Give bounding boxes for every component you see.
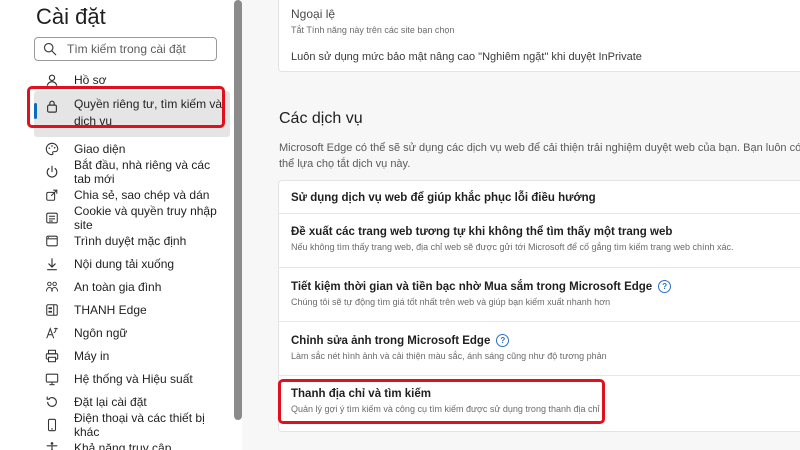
service-title: Sử dụng dịch vụ web để giúp khắc phục lỗ… <box>291 192 596 204</box>
family-icon <box>44 279 60 295</box>
service-row-address-bar-search[interactable]: Thanh địa chỉ và tìm kiếm Quản lý gợi ý … <box>279 376 800 433</box>
strict-inprivate-label: Luôn sử dụng mức bảo mật nâng cao "Nghiê… <box>291 51 642 63</box>
sidebar-item-label: Ngôn ngữ <box>74 325 128 340</box>
services-section-title: Các dịch vụ <box>279 110 363 127</box>
sidebar-item-default-browser[interactable]: Trình duyệt mặc định <box>34 229 230 252</box>
edge-bar-icon <box>44 302 60 318</box>
sidebar-item-downloads[interactable]: Nội dung tải xuống <box>34 252 230 275</box>
service-row-shopping[interactable]: Tiết kiệm thời gian và tiền bạc nhờ Mua … <box>279 268 800 322</box>
exceptions-row[interactable]: Ngoại lệ Tắt Tính năng này trên các site… <box>291 7 454 35</box>
sidebar-item-edge-bar[interactable]: THANH Edge <box>34 298 230 321</box>
exceptions-title: Ngoại lệ <box>291 7 336 21</box>
service-title: Tiết kiệm thời gian và tiền bạc nhờ Mua … <box>291 280 653 293</box>
settings-nav: Hồ sơ Quyền riêng tư, tìm kiếm và dịch v… <box>34 68 230 450</box>
service-description: Quản lý gợi ý tìm kiếm và công cụ tìm ki… <box>291 404 600 414</box>
sidebar-title: Cài đặt <box>36 4 106 29</box>
services-card: Sử dụng dịch vụ web để giúp khắc phục lỗ… <box>278 180 800 432</box>
accessibility-icon <box>44 440 60 450</box>
sidebar-item-label: Cookie và quyền truy nhập site <box>74 203 217 232</box>
service-description: Chúng tôi sẽ tự động tìm giá tốt nhất tr… <box>291 297 611 307</box>
settings-content: Ngoại lệ Tắt Tính năng này trên các site… <box>242 0 800 450</box>
default-browser-icon <box>44 233 60 249</box>
services-section-description: Microsoft Edge có thể sẽ sử dụng các dịc… <box>279 142 800 170</box>
sidebar-item-label: Máy in <box>74 348 110 363</box>
lock-icon <box>44 98 60 114</box>
system-icon <box>44 371 60 387</box>
reset-icon <box>44 394 60 410</box>
phone-icon <box>44 417 60 433</box>
service-title-wrap: Chỉnh sửa ảnh trong Microsoft Edge ? <box>291 334 800 347</box>
sidebar-item-label: Bắt đầu, nhà riêng và các tab mới <box>74 157 211 186</box>
sidebar-item-label: Trình duyệt mặc định <box>74 233 187 248</box>
sidebar-item-cookies-site-permissions[interactable]: Cookie và quyền truy nhập site <box>34 203 230 232</box>
sidebar-item-label: Giao diện <box>74 141 126 156</box>
settings-search-input[interactable] <box>67 42 207 56</box>
sidebar-item-label: Hồ sơ <box>74 72 107 87</box>
service-description: Nếu không tìm thấy trang web, địa chỉ we… <box>291 242 734 252</box>
service-row-similar-sites[interactable]: Đề xuất các trang web tương tự khi không… <box>279 214 800 268</box>
sidebar-item-profile[interactable]: Hồ sơ <box>34 68 230 91</box>
help-icon[interactable]: ? <box>658 280 672 293</box>
sidebar-item-printers[interactable]: Máy in <box>34 344 230 367</box>
service-row-navigation-errors[interactable]: Sử dụng dịch vụ web để giúp khắc phục lỗ… <box>279 181 800 214</box>
share-icon <box>44 187 60 203</box>
sidebar-item-phone-devices[interactable]: Điện thoại và các thiết bị khác <box>34 410 230 439</box>
service-title: Đề xuất các trang web tương tự khi không… <box>291 226 673 238</box>
tracking-prevention-card: Ngoại lệ Tắt Tính năng này trên các site… <box>278 0 800 72</box>
sidebar-item-label: Hệ thống và Hiệu suất <box>74 371 193 386</box>
sidebar-item-label: Điện thoại và các thiết bị khác <box>74 410 205 439</box>
profile-icon <box>44 72 60 88</box>
sidebar-item-label: Quyền riêng tư, tìm kiếm và dịch vụ <box>74 97 223 128</box>
sidebar-item-label: Khả năng truy cập <box>74 440 172 450</box>
service-title: Thanh địa chỉ và tìm kiếm <box>291 388 431 400</box>
sidebar-item-start-home-newtab[interactable]: Bắt đầu, nhà riêng và các tab mới <box>34 157 230 186</box>
printer-icon <box>44 348 60 364</box>
sidebar-item-label: THANH Edge <box>74 302 147 317</box>
service-title-wrap: Tiết kiệm thời gian và tiền bạc nhờ Mua … <box>291 280 800 293</box>
sidebar-item-label: Đặt lại cài đặt <box>74 394 147 409</box>
sidebar-item-family-safety[interactable]: An toàn gia đình <box>34 275 230 298</box>
site-permissions-icon <box>44 210 60 226</box>
settings-search-box[interactable] <box>34 37 217 61</box>
service-row-image-editor[interactable]: Chỉnh sửa ảnh trong Microsoft Edge ? Làm… <box>279 322 800 376</box>
service-description: Làm sắc nét hình ảnh và cải thiện màu sắ… <box>291 351 607 361</box>
settings-sidebar: Cài đặt Hồ sơ Quyền riêng tư, tìm kiếm v… <box>0 0 232 450</box>
exceptions-description: Tắt Tính năng này trên các site bạn chọn <box>291 25 455 35</box>
help-icon[interactable]: ? <box>496 334 510 347</box>
download-icon <box>44 256 60 272</box>
sidebar-item-privacy[interactable]: Quyền riêng tư, tìm kiếm và dịch vụ <box>34 91 230 137</box>
sidebar-scrollbar[interactable] <box>234 0 242 420</box>
sidebar-item-label: Nội dung tải xuống <box>74 256 175 271</box>
sidebar-item-system-performance[interactable]: Hệ thống và Hiệu suất <box>34 367 230 390</box>
language-icon <box>44 325 60 341</box>
sidebar-item-accessibility[interactable]: Khả năng truy cập <box>34 436 230 450</box>
sidebar-item-label: An toàn gia đình <box>74 279 162 294</box>
sidebar-item-languages[interactable]: Ngôn ngữ <box>34 321 230 344</box>
power-icon <box>44 164 60 180</box>
search-icon <box>43 42 57 56</box>
sidebar-item-label: Chia sẻ, sao chép và dán <box>74 187 210 202</box>
appearance-icon <box>44 141 60 157</box>
service-title: Chỉnh sửa ảnh trong Microsoft Edge <box>291 334 491 347</box>
